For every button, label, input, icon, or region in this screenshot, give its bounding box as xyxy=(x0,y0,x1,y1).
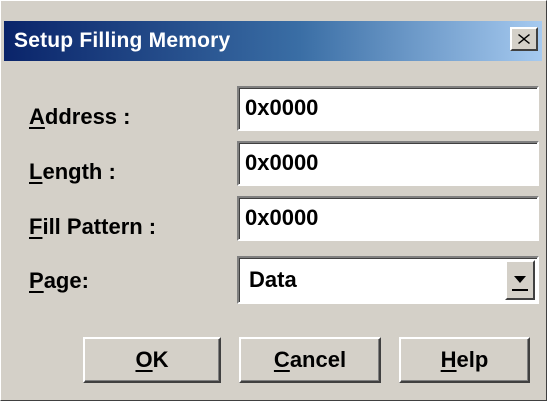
dialog-title: Setup Filling Memory xyxy=(14,29,231,52)
length-label-mnemonic: L xyxy=(29,159,43,184)
fill-pattern-value: 0x0000 xyxy=(245,205,319,230)
help-button-rest: elp xyxy=(456,347,489,372)
fill-pattern-label-mnemonic: F xyxy=(29,214,43,239)
page-select[interactable]: Data xyxy=(237,256,539,304)
length-label: Length : xyxy=(29,155,116,189)
ok-button-mnemonic: O xyxy=(135,347,153,372)
page-label: Page: xyxy=(29,264,89,298)
fill-pattern-label-rest: ill Pattern : xyxy=(42,214,157,239)
ok-button[interactable]: OK xyxy=(83,337,221,383)
cancel-button[interactable]: Cancel xyxy=(239,337,381,383)
dropdown-underline xyxy=(512,289,528,291)
chevron-down-icon xyxy=(514,276,526,283)
cancel-button-label: Cancel xyxy=(274,339,346,381)
page-label-mnemonic: P xyxy=(29,268,44,293)
page-label-rest: age: xyxy=(43,268,89,293)
cancel-button-mnemonic: C xyxy=(273,347,290,372)
fill-pattern-field[interactable]: 0x0000 xyxy=(237,196,539,241)
length-label-rest: ength : xyxy=(42,159,116,184)
cancel-button-rest: ancel xyxy=(289,347,347,372)
close-icon xyxy=(518,34,530,44)
ok-button-rest: K xyxy=(152,347,169,372)
fill-pattern-label: Fill Pattern : xyxy=(29,210,156,244)
setup-filling-memory-dialog: Setup Filling Memory Address : 0x0000 Le… xyxy=(0,0,547,401)
help-button-mnemonic: H xyxy=(440,347,457,372)
address-label-mnemonic: A xyxy=(29,104,45,129)
page-dropdown-button[interactable] xyxy=(505,260,535,300)
address-field[interactable]: 0x0000 xyxy=(237,86,539,131)
address-label: Address : xyxy=(29,100,130,134)
address-value: 0x0000 xyxy=(245,95,319,120)
length-field[interactable]: 0x0000 xyxy=(237,141,539,186)
help-button[interactable]: Help xyxy=(399,337,530,383)
close-button[interactable] xyxy=(510,27,538,51)
help-button-label: Help xyxy=(441,339,489,381)
address-label-rest: ddress : xyxy=(44,104,131,129)
page-select-value: Data xyxy=(249,267,297,292)
title-bar: Setup Filling Memory xyxy=(4,21,542,61)
length-value: 0x0000 xyxy=(245,150,319,175)
ok-button-label: OK xyxy=(135,339,168,381)
